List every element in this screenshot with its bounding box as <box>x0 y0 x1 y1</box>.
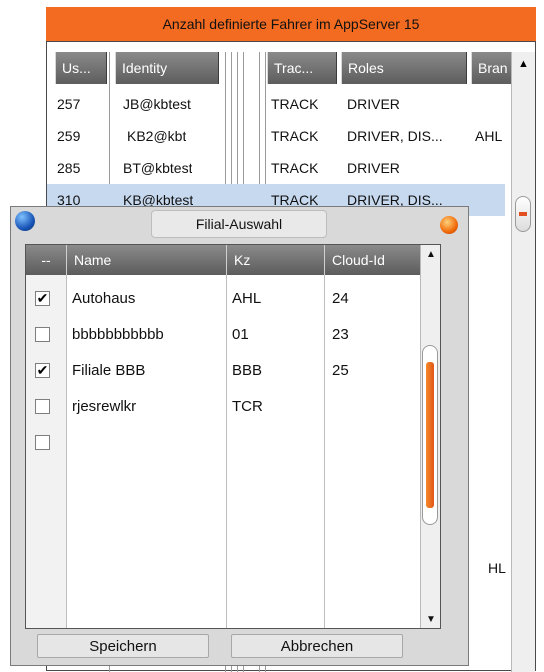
column-header-track[interactable]: Trac... <box>267 52 337 84</box>
column-header-roles[interactable]: Roles <box>341 52 467 84</box>
column-header-cloud-id[interactable]: Cloud-Id <box>325 245 422 275</box>
track-cell: TRACK <box>271 96 319 112</box>
list-item[interactable]: ✔ Filiale BBB BBB 25 <box>26 353 422 389</box>
row-checkbox[interactable] <box>35 435 50 450</box>
kz-cell: BBB <box>232 362 263 379</box>
list-item[interactable]: ✔ Autohaus AHL 24 <box>26 281 422 317</box>
list-item[interactable]: rjesrewlkr TCR <box>26 389 422 425</box>
branch-grid-scrollbar[interactable]: ▲ ▼ <box>420 245 440 628</box>
scroll-down-icon[interactable]: ▼ <box>426 614 436 625</box>
dialog-titlebar[interactable]: Filial-Auswahl <box>11 207 468 243</box>
name-cell: bbbbbbbbbbb <box>72 326 164 343</box>
column-header-branch[interactable]: Bran <box>471 52 513 84</box>
save-button[interactable]: Speichern <box>37 634 209 658</box>
scroll-thumb[interactable] <box>422 345 438 525</box>
table-row[interactable]: 257 JB@kbtest TRACK DRIVER <box>47 88 505 120</box>
globe-icon <box>15 211 35 231</box>
roles-cell: DRIVER, DIS... <box>347 128 443 144</box>
roles-cell: DRIVER <box>347 96 400 112</box>
table-row[interactable]: 259 KB2@kbt TRACK DRIVER, DIS... AHL <box>47 120 505 152</box>
name-cell: rjesrewlkr <box>72 398 137 415</box>
column-header-user[interactable]: Us... <box>55 52 107 84</box>
list-item[interactable]: bbbbbbbbbbb 01 23 <box>26 317 422 353</box>
row-checkbox[interactable] <box>35 327 50 342</box>
scroll-up-icon[interactable]: ▲ <box>518 58 529 70</box>
user-id-cell: 259 <box>57 128 81 144</box>
branch-cell-partial: HL <box>488 560 506 576</box>
list-item[interactable] <box>26 425 422 461</box>
row-checkbox[interactable]: ✔ <box>35 363 50 378</box>
branch-grid-header: -- Name Kz Cloud-Id <box>26 245 440 275</box>
driver-count-banner: Anzahl definierte Fahrer im AppServer 15 <box>46 7 536 41</box>
kz-cell: 01 <box>232 326 249 343</box>
kz-cell: TCR <box>232 398 263 415</box>
drivers-table-scrollbar[interactable]: ▲ <box>511 52 535 672</box>
user-id-cell: 257 <box>57 96 81 112</box>
user-id-cell: 285 <box>57 160 81 176</box>
row-checkbox[interactable] <box>35 399 50 414</box>
column-header-name[interactable]: Name <box>67 245 227 275</box>
track-cell: TRACK <box>271 160 319 176</box>
track-cell: TRACK <box>271 128 319 144</box>
column-header-identity[interactable]: Identity <box>115 52 219 84</box>
identity-cell: JB@kbtest <box>123 96 191 112</box>
name-cell: Filiale BBB <box>72 362 146 379</box>
drivers-table-header: Us... Identity Trac... Roles Bran <box>47 52 535 84</box>
scroll-up-icon[interactable]: ▲ <box>426 249 436 260</box>
name-cell: Autohaus <box>72 290 136 307</box>
cancel-button[interactable]: Abbrechen <box>231 634 403 658</box>
branch-grid: -- Name Kz Cloud-Id ✔ Autohaus AHL 24 bb… <box>25 244 441 629</box>
column-header-kz[interactable]: Kz <box>227 245 325 275</box>
branch-selection-dialog: Filial-Auswahl -- Name Kz Cloud-Id ✔ Aut… <box>10 206 469 666</box>
table-row[interactable]: 285 BT@kbtest TRACK DRIVER <box>47 152 505 184</box>
dialog-title: Filial-Auswahl <box>151 210 327 238</box>
column-header-select[interactable]: -- <box>26 245 67 275</box>
kz-cell: AHL <box>232 290 262 307</box>
roles-cell: DRIVER <box>347 160 400 176</box>
identity-cell: KB2@kbt <box>127 128 187 144</box>
cloud-id-cell: 23 <box>332 326 349 343</box>
row-checkbox[interactable]: ✔ <box>35 291 50 306</box>
identity-cell: BT@kbtest <box>123 160 193 176</box>
branch-cell: AHL <box>475 128 503 144</box>
cloud-id-cell: 25 <box>332 362 349 379</box>
cloud-id-cell: 24 <box>332 290 349 307</box>
scroll-thumb[interactable] <box>515 196 531 232</box>
close-icon[interactable] <box>440 216 458 234</box>
